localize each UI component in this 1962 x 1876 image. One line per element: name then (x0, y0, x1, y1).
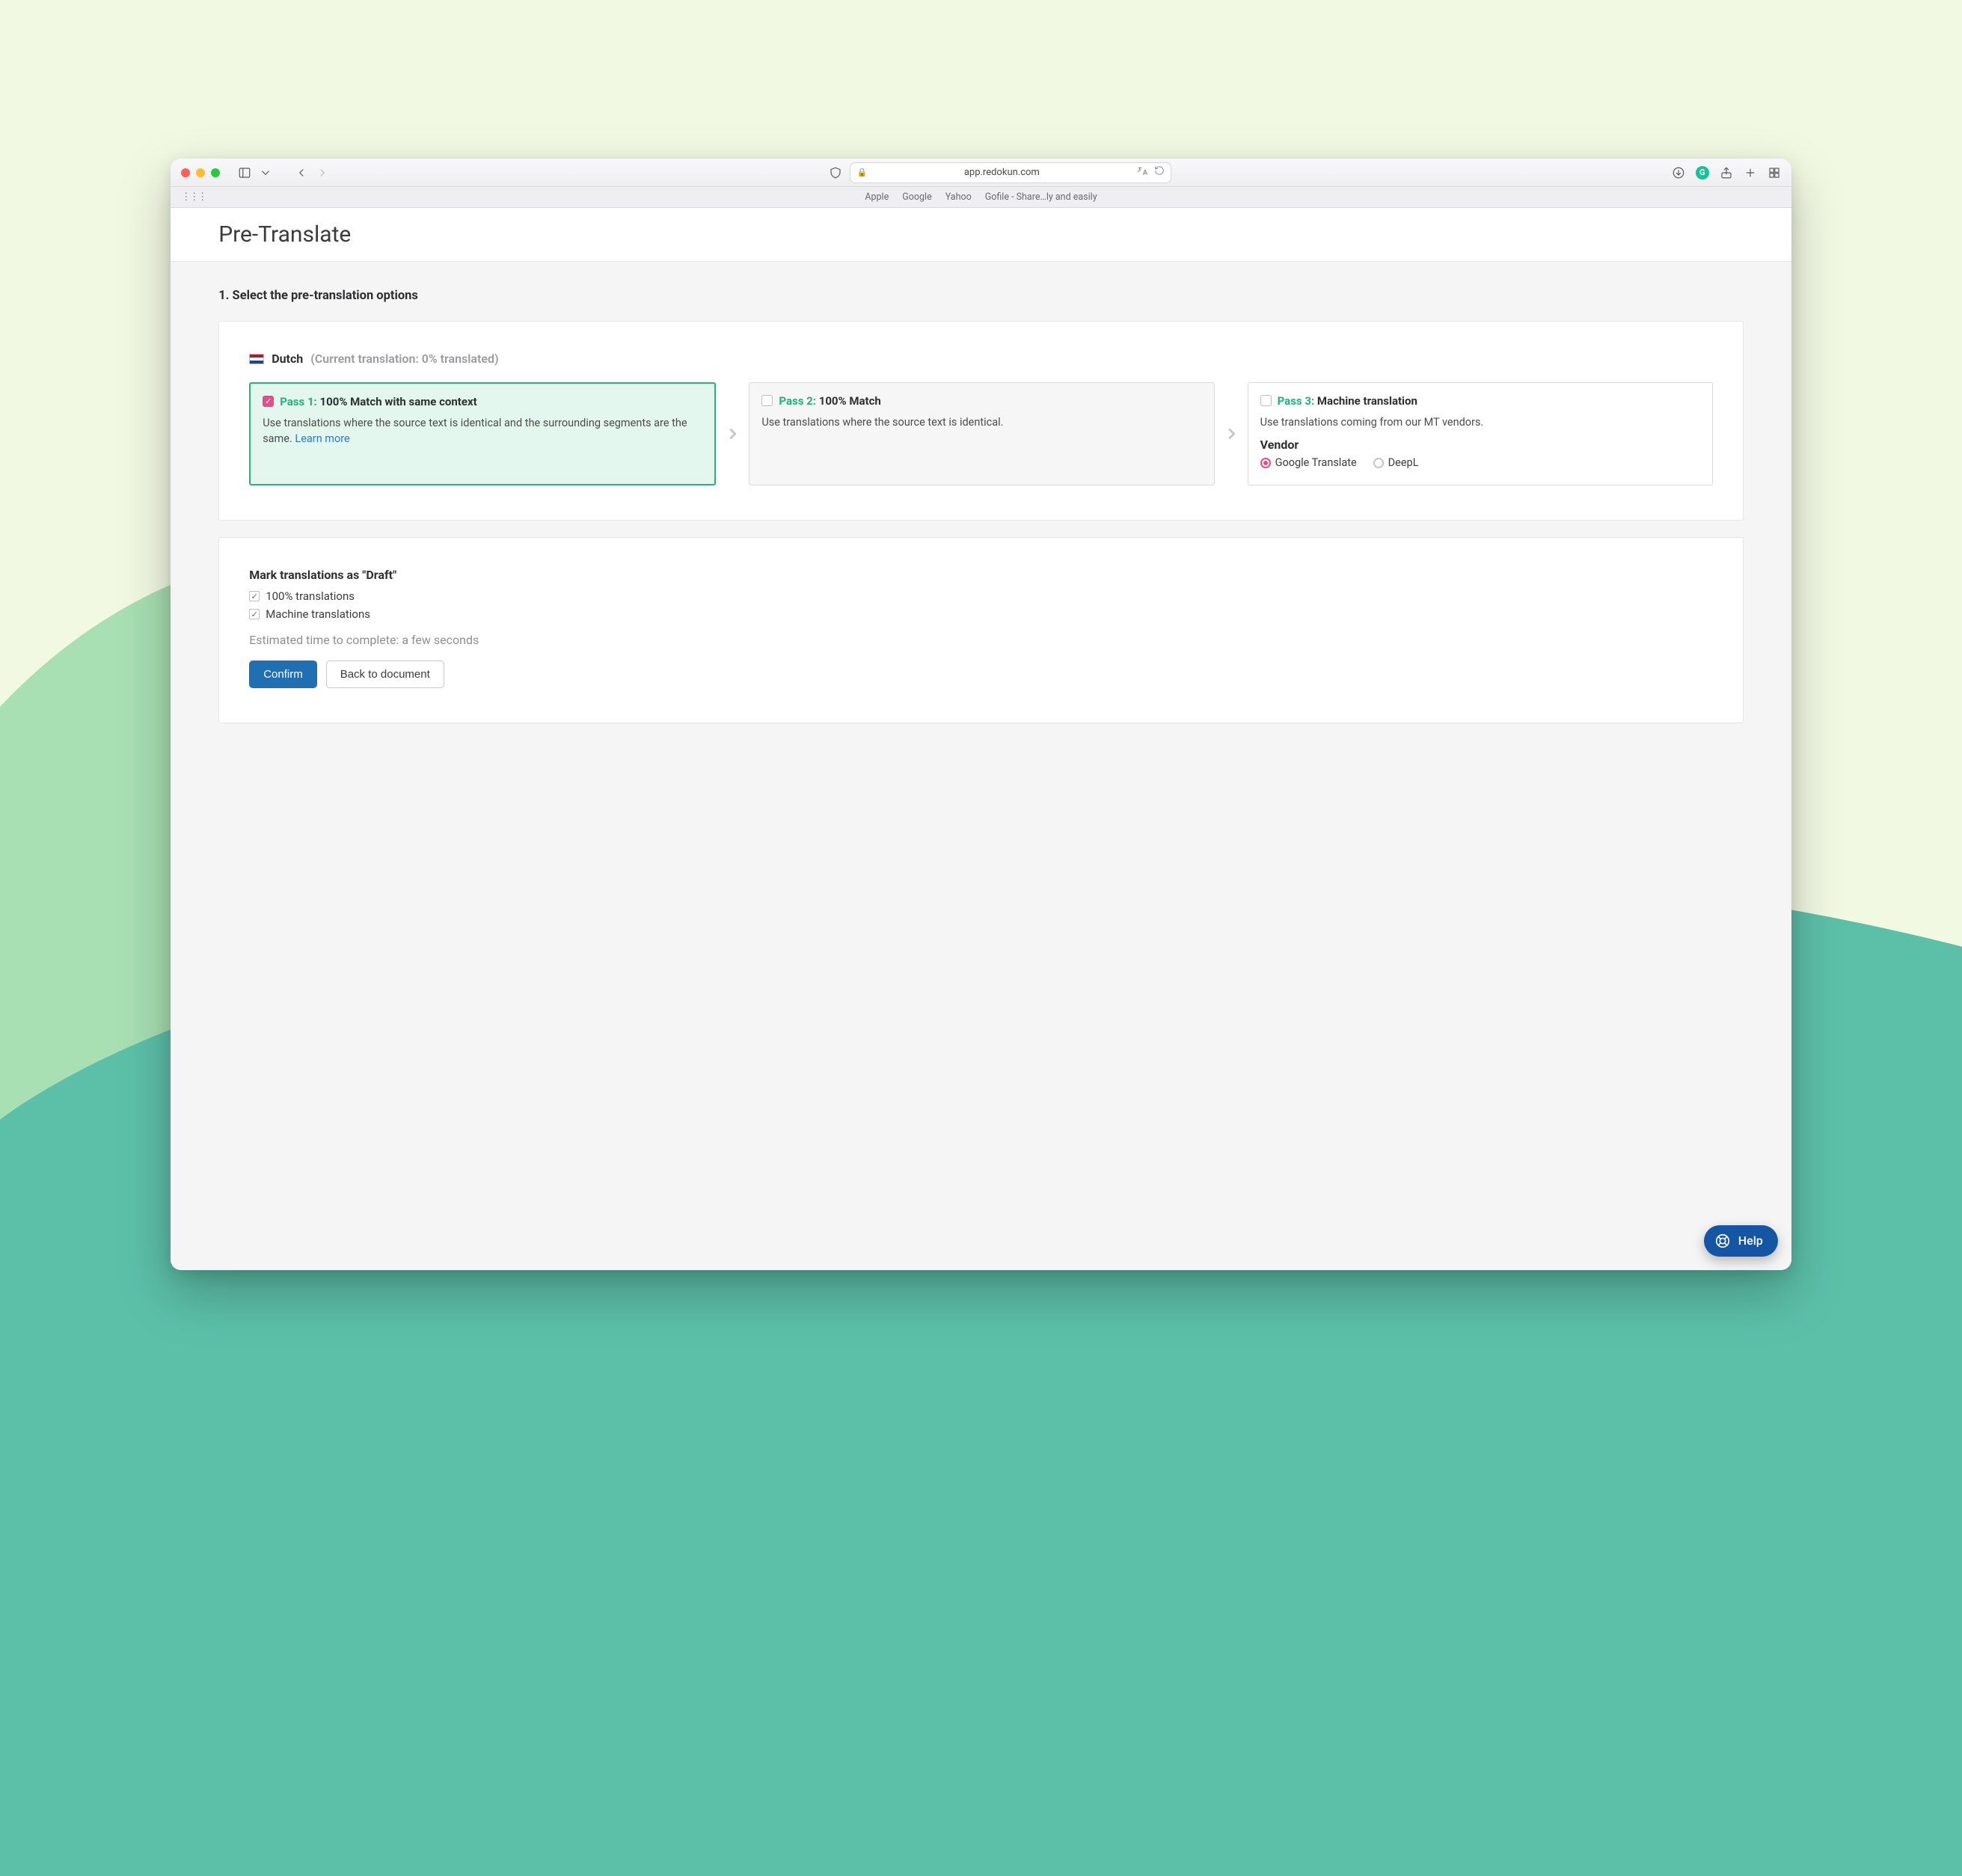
pass-3-desc: Use translations coming from our MT vend… (1260, 414, 1700, 430)
window-controls (181, 168, 220, 177)
pass-1-desc: Use translations where the source text i… (263, 415, 702, 447)
browser-toolbar: 🔒 app.redokun.com G (171, 159, 1791, 187)
pass-3-label: Pass 3: (1278, 394, 1315, 408)
minimize-window-icon[interactable] (196, 168, 205, 177)
passes-row: ✓ Pass 1: 100% Match with same context U… (249, 382, 1713, 485)
language-row: Dutch (Current translation: 0% translate… (249, 352, 1713, 366)
bookmark-link[interactable]: Gofile - Share…ly and easily (985, 191, 1097, 203)
browser-window: 🔒 app.redokun.com G (171, 159, 1791, 1269)
confirm-button[interactable]: Confirm (249, 660, 317, 688)
vendor-label: Vendor (1260, 438, 1700, 452)
tab-overview-icon[interactable] (1768, 166, 1781, 180)
pass-1-checkbox[interactable]: ✓ (263, 396, 274, 407)
pass-2-desc: Use translations where the source text i… (761, 414, 1201, 430)
options-panel: Dutch (Current translation: 0% translate… (218, 321, 1744, 521)
pass-3-card[interactable]: Pass 3: Machine translation Use translat… (1248, 382, 1713, 485)
page-header: Pre-Translate (171, 208, 1791, 262)
chevron-down-icon[interactable] (259, 166, 272, 180)
bookmarks-bar: ⋮⋮⋮ Apple Google Yahoo Gofile - Share…ly… (171, 187, 1791, 208)
lock-icon: 🔒 (856, 168, 867, 177)
nav-forward-icon[interactable] (316, 166, 329, 180)
radio-icon (1373, 458, 1384, 468)
pass-1-title: 100% Match with same context (320, 395, 477, 408)
learn-more-link[interactable]: Learn more (295, 432, 349, 445)
vendor-google-radio[interactable]: Google Translate (1260, 456, 1357, 469)
draft-panel: Mark translations as "Draft" 100% transl… (218, 537, 1744, 723)
address-url: app.redokun.com (873, 167, 1130, 178)
sidebar-toggle-icon[interactable] (238, 166, 251, 180)
lifebuoy-icon (1714, 1233, 1731, 1249)
bookmark-link[interactable]: Yahoo (945, 191, 972, 203)
help-button[interactable]: Help (1704, 1225, 1778, 1257)
share-icon[interactable] (1720, 166, 1733, 180)
pass-1-card[interactable]: ✓ Pass 1: 100% Match with same context U… (249, 382, 716, 485)
draft-100-checkbox[interactable] (249, 591, 260, 601)
chevron-right-icon (1215, 382, 1248, 485)
language-status: (Current translation: 0% translated) (310, 352, 498, 366)
pass-2-card[interactable]: Pass 2: 100% Match Use translations wher… (749, 382, 1214, 485)
pass-1-label: Pass 1: (280, 395, 317, 408)
back-button[interactable]: Back to document (326, 660, 444, 688)
pass-2-title: 100% Match (819, 394, 881, 408)
new-tab-icon[interactable] (1744, 166, 1757, 180)
page-content: Pre-Translate 1. Select the pre-translat… (171, 208, 1791, 1269)
bookmark-link[interactable]: Google (902, 191, 931, 203)
draft-100-label: 100% translations (266, 589, 355, 603)
draft-title: Mark translations as "Draft" (249, 568, 1713, 582)
page-title: Pre-Translate (218, 221, 1744, 248)
pass-3-title: Machine translation (1317, 394, 1417, 408)
close-window-icon[interactable] (181, 168, 190, 177)
grammarly-icon[interactable]: G (1696, 166, 1709, 180)
vendor-deepl-radio[interactable]: DeepL (1373, 456, 1419, 469)
downloads-icon[interactable] (1672, 166, 1685, 180)
fullscreen-window-icon[interactable] (211, 168, 220, 177)
chevron-right-icon (716, 382, 749, 485)
language-name: Dutch (272, 352, 303, 366)
address-bar[interactable]: 🔒 app.redokun.com (850, 162, 1171, 183)
help-label: Help (1738, 1233, 1763, 1248)
pass-2-checkbox[interactable] (761, 395, 773, 406)
nav-back-icon[interactable] (295, 166, 308, 180)
apps-icon[interactable]: ⋮⋮⋮ (181, 191, 206, 203)
pass-3-checkbox[interactable] (1260, 395, 1272, 406)
reload-icon[interactable] (1154, 165, 1165, 180)
radio-icon (1260, 458, 1271, 468)
draft-mt-checkbox[interactable] (249, 609, 260, 619)
pass-2-label: Pass 2: (779, 394, 816, 408)
step-title: 1. Select the pre-translation options (218, 289, 1744, 303)
bookmark-link[interactable]: Apple (865, 191, 889, 203)
draft-mt-label: Machine translations (266, 607, 370, 621)
shield-icon[interactable] (829, 166, 842, 180)
eta-text: Estimated time to complete: a few second… (249, 633, 1713, 647)
translate-icon[interactable] (1136, 165, 1148, 180)
flag-icon (249, 354, 264, 364)
